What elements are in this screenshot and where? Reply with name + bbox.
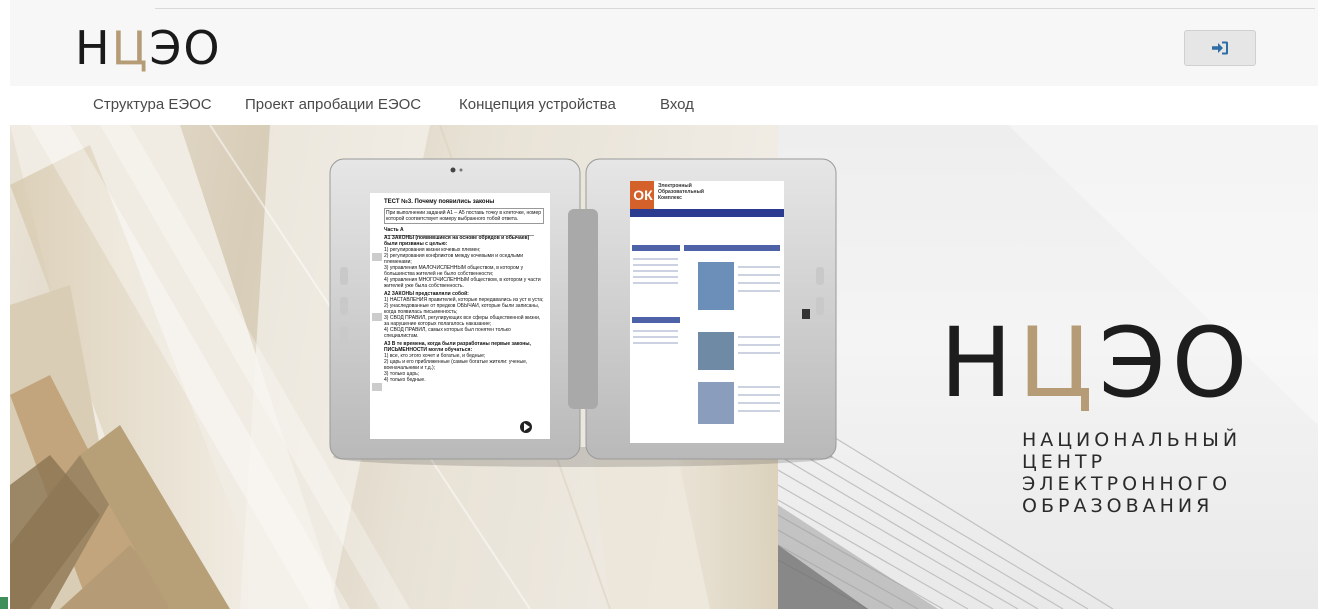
question-3: А3 В те времена, когда были разработаны …	[384, 341, 544, 383]
page: Н Ц ЭО Структура ЕЭОС Проект апробации ЕЭО…	[10, 0, 1318, 609]
subtitle-line-2: ЦЕНТР	[1022, 451, 1107, 473]
q2-option-2: 2) унаследованные от предков ОБЫЧАИ, кот…	[384, 303, 540, 315]
nav-approbation-project[interactable]: Проект апробации ЕЭОС	[245, 96, 421, 113]
hero-logo-letter-n: Н	[940, 307, 1019, 419]
edge-green-marker	[0, 597, 8, 609]
sign-in-icon	[1212, 41, 1228, 55]
hero-brand-logo: НЦЭО	[940, 315, 1253, 411]
hero-logo-letter-ts: Ц	[1018, 307, 1099, 419]
ereader-device: ТЕСТ №3. Почему появились законы При вып…	[328, 157, 838, 472]
subtitle-line-4: ОБРАЗОВАНИЯ	[1022, 495, 1214, 517]
hero-logo-letters-eo: ЭО	[1098, 307, 1254, 419]
logo-letter-ts: Ц	[111, 21, 150, 75]
left-screen-content: ТЕСТ №3. Почему появились законы При вып…	[384, 199, 544, 383]
site-header: Н Ц ЭО	[10, 12, 1318, 86]
logo-letter-n: Н	[75, 21, 112, 75]
nav-device-concept[interactable]: Концепция устройства	[459, 96, 616, 113]
ok-site-title: Электронный Образовательный Комплекс	[658, 183, 778, 201]
main-nav: Структура ЕЭОС Проект апробации ЕЭОС Кон…	[10, 86, 1318, 125]
q3-option-4: 4) только бедные.	[384, 377, 426, 383]
question-3-text: В те времена, когда были разработаны пер…	[384, 341, 531, 353]
hero-brand-subtitle: НАЦИОНАЛЬНЫЙ ЦЕНТР ЭЛЕКТРОННОГО ОБРАЗОВА…	[1022, 429, 1253, 517]
nav-login[interactable]: Вход	[660, 96, 694, 113]
q1-option-2: 2) регулирования конфликтов между кочевы…	[384, 253, 523, 265]
q2-option-3: 3) СВОД ПРАВИЛ, регулирующих все сферы о…	[384, 315, 541, 327]
hero-banner: ТЕСТ №3. Почему появились законы При вып…	[10, 125, 1318, 609]
top-divider	[155, 8, 1315, 9]
test-part: Часть А	[384, 227, 404, 233]
q3-option-2: 2) царь и его приближенные (самые богаты…	[384, 359, 528, 371]
nav-structure-eeos[interactable]: Структура ЕЭОС	[93, 96, 212, 113]
test-intro: При выполнении заданий А1 – А5 поставь т…	[384, 208, 544, 224]
site-logo[interactable]: Н Ц ЭО	[75, 21, 222, 75]
test-title: ТЕСТ №3. Почему появились законы	[384, 199, 495, 205]
q1-option-3: 3) управления МАЛОЧИСЛЕННЫМ обществом, в…	[384, 265, 524, 277]
subtitle-line-1: НАЦИОНАЛЬНЫЙ	[1022, 429, 1242, 451]
login-button[interactable]	[1184, 30, 1256, 66]
hero-brand: НЦЭО НАЦИОНАЛЬНЫЙ ЦЕНТР ЭЛЕКТРОННОГО ОБР…	[940, 315, 1253, 517]
ok-site-logo: ОК	[633, 187, 653, 203]
question-1: А1 ЗАКОНЫ (появившиеся на основе обрядов…	[384, 235, 544, 289]
subtitle-line-3: ЭЛЕКТРОННОГО	[1022, 473, 1232, 495]
logo-letters-eo: ЭО	[149, 21, 222, 75]
question-1-text: ЗАКОНЫ (появившиеся на основе обрядов и …	[384, 235, 530, 247]
ok-site-title-line-3: Комплекс	[658, 195, 682, 201]
q2-option-4: 4) СВОД ПРАВИЛ, самых которых был поняте…	[384, 327, 511, 339]
question-2: А2 ЗАКОНЫ представляли собой: 1) НАСТАВЛ…	[384, 291, 544, 339]
q1-option-4: 4) управления МНОГОЧИСЛЕННЫМ обществом, …	[384, 277, 541, 289]
